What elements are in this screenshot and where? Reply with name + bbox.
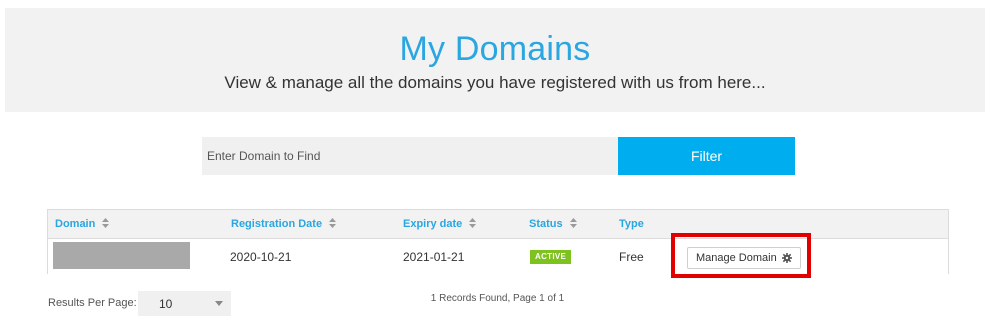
type-cell: Free xyxy=(619,250,644,264)
domains-table: Domain Registration Date Expiry date Sta… xyxy=(47,209,949,278)
page-subtitle: View & manage all the domains you have r… xyxy=(224,73,766,92)
table-row[interactable]: 2020-10-21 2021-01-21 ACTIVE Free Manage… xyxy=(48,239,948,274)
column-header-status[interactable]: Status xyxy=(529,218,577,230)
column-header-type: Type xyxy=(619,218,644,230)
registration-date-cell: 2020-10-21 xyxy=(230,250,292,264)
column-header-expiry-date[interactable]: Expiry date xyxy=(403,218,477,230)
sort-icon xyxy=(102,218,110,228)
page-title: My Domains xyxy=(399,30,591,68)
status-badge: ACTIVE xyxy=(530,250,572,264)
filter-button[interactable]: Filter xyxy=(618,137,795,175)
table-header: Domain Registration Date Expiry date Sta… xyxy=(48,210,948,239)
sort-icon xyxy=(329,218,337,228)
column-header-domain[interactable]: Domain xyxy=(55,218,110,230)
sort-icon xyxy=(469,218,477,228)
domain-name-redacted[interactable] xyxy=(53,242,190,269)
sort-icon xyxy=(569,218,577,228)
manage-domain-button[interactable]: Manage Domain xyxy=(687,247,801,269)
page-header: My Domains View & manage all the domains… xyxy=(5,8,985,112)
records-info: 1 Records Found, Page 1 of 1 xyxy=(430,293,565,304)
domain-filter-bar: Filter xyxy=(202,137,795,175)
gear-icon xyxy=(782,253,792,263)
expiry-date-cell: 2021-01-21 xyxy=(403,250,465,264)
column-header-registration-date[interactable]: Registration Date xyxy=(231,218,337,230)
manage-domain-label: Manage Domain xyxy=(696,252,777,264)
domain-search-input[interactable] xyxy=(202,137,618,175)
